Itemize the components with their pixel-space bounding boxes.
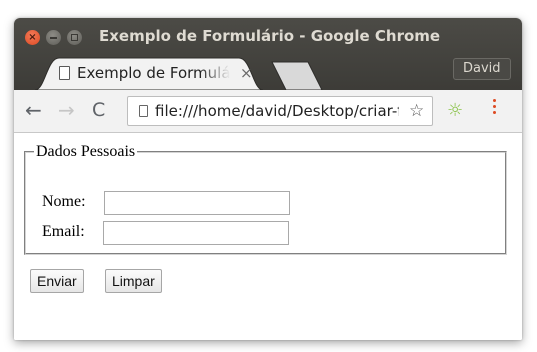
sun-icon[interactable]: ☼	[447, 100, 463, 122]
browser-window: × Exemplo de Formulário - Google Chrome …	[14, 18, 522, 340]
minimize-window-button[interactable]	[46, 30, 61, 45]
title-bar: × Exemplo de Formulário - Google Chrome …	[14, 18, 522, 98]
name-input[interactable]	[104, 191, 290, 215]
tab-active[interactable]: Exemplo de Formulário ×	[35, 56, 263, 90]
window-title: Exemplo de Formulário - Google Chrome	[99, 27, 441, 45]
email-label: Email:	[42, 223, 85, 240]
close-window-button[interactable]: ×	[25, 30, 40, 45]
reload-button[interactable]: C	[92, 98, 105, 122]
page-icon	[139, 105, 148, 117]
page-content: Dados Pessoais Nome: Email: Enviar Limpa…	[14, 133, 522, 340]
address-bar[interactable]: file:///home/david/Desktop/criar-formula…	[127, 96, 433, 126]
submit-button[interactable]: Enviar	[30, 269, 84, 293]
forward-button[interactable]: →	[58, 98, 75, 122]
page-icon	[59, 66, 70, 80]
new-tab-button[interactable]	[270, 60, 326, 92]
name-label: Nome:	[42, 193, 86, 210]
maximize-window-button[interactable]	[67, 30, 82, 45]
tab-close-icon[interactable]: ×	[240, 61, 253, 85]
browser-toolbar: ← → C file:///home/david/Desktop/criar-f…	[14, 90, 522, 133]
vertical-dots-icon[interactable]	[493, 99, 497, 117]
url-text[interactable]: file:///home/david/Desktop/criar-formula…	[155, 99, 399, 123]
personal-data-fieldset: Dados Pessoais Nome: Email:	[24, 143, 507, 255]
reset-button[interactable]: Limpar	[105, 269, 162, 293]
fieldset-legend: Dados Pessoais	[36, 143, 136, 160]
profile-button[interactable]: David	[453, 58, 511, 80]
email-input[interactable]	[103, 221, 289, 245]
back-button[interactable]: ←	[25, 98, 42, 122]
tab-title-fade	[200, 60, 238, 86]
bookmark-star-icon[interactable]: ☆	[409, 99, 424, 123]
